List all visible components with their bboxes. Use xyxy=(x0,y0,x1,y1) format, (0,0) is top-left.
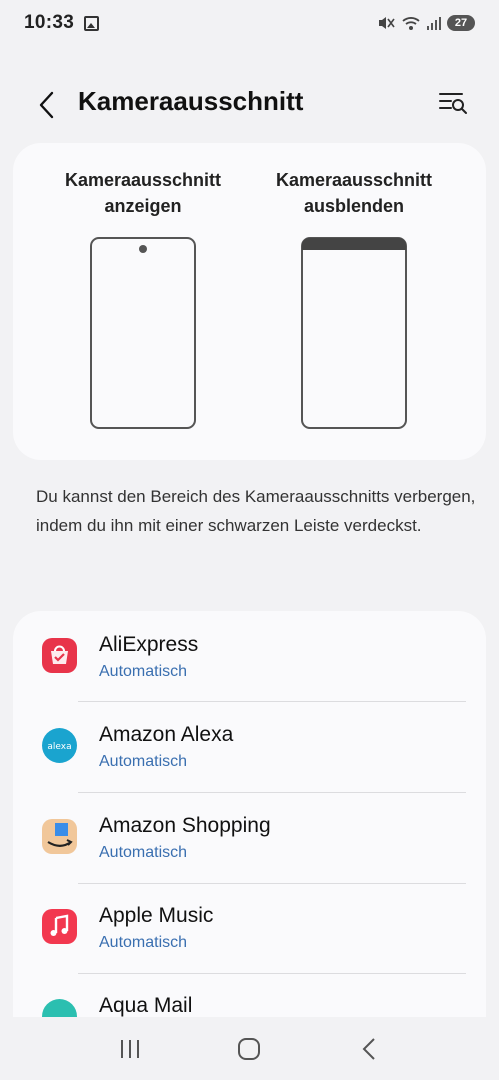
list-item-amazon-alexa[interactable]: alexa Amazon Alexa Automatisch xyxy=(13,702,486,792)
search-settings-button[interactable] xyxy=(437,88,471,122)
app-name: Amazon Alexa xyxy=(99,723,234,746)
phone-preview-with-cutout xyxy=(90,237,196,429)
app-status: Automatisch xyxy=(99,934,188,951)
status-right: 27 xyxy=(377,15,475,31)
wifi-icon xyxy=(402,17,420,30)
battery-icon: 27 xyxy=(447,15,475,31)
app-status: Automatisch xyxy=(99,844,188,861)
description-text: Du kannst den Bereich des Kameraausschni… xyxy=(36,487,476,535)
status-time: 10:33 xyxy=(24,12,75,33)
list-item-aqua-mail[interactable]: Aqua Mail xyxy=(13,974,486,1017)
camera-cutout-dot xyxy=(139,245,147,253)
home-icon xyxy=(238,1038,261,1060)
back-icon xyxy=(362,1038,375,1060)
recent-apps-button[interactable] xyxy=(110,1029,150,1069)
app-name: Apple Music xyxy=(99,904,214,927)
amazon-shopping-icon xyxy=(42,819,77,854)
svg-text:alexa: alexa xyxy=(47,742,71,752)
option-label-hide: Kameraausschnitt ausblenden xyxy=(275,170,433,216)
aliexpress-icon xyxy=(42,638,77,673)
app-status: Automatisch xyxy=(99,753,188,770)
black-bar xyxy=(302,238,406,250)
list-item-apple-music[interactable]: Apple Music Automatisch xyxy=(13,884,486,974)
chevron-left-icon xyxy=(39,91,54,119)
gallery-icon xyxy=(84,15,100,31)
preview-card: Kameraausschnitt anzeigen Kameraausschni… xyxy=(13,143,486,460)
status-bar: 10:33 27 xyxy=(0,0,499,46)
alexa-icon: alexa xyxy=(42,728,77,763)
page-title: Kameraausschnitt xyxy=(78,86,304,116)
phone-preview-with-black-bar xyxy=(301,237,407,429)
app-list: AliExpress Automatisch alexa Amazon Alex… xyxy=(13,611,486,1017)
app-name: Amazon Shopping xyxy=(99,814,271,837)
aqua-mail-icon xyxy=(42,999,77,1017)
status-left: 10:33 xyxy=(24,12,100,34)
list-item-aliexpress[interactable]: AliExpress Automatisch xyxy=(13,611,486,701)
app-status: Automatisch xyxy=(99,663,188,680)
search-settings-icon xyxy=(439,93,467,114)
app-name: AliExpress xyxy=(99,633,199,656)
nav-back-button[interactable] xyxy=(349,1029,389,1069)
list-item-amazon-shopping[interactable]: Amazon Shopping Automatisch xyxy=(13,793,486,883)
signal-icon xyxy=(427,16,441,30)
recent-apps-icon xyxy=(120,1040,139,1058)
app-name: Aqua Mail xyxy=(99,994,193,1017)
navigation-bar xyxy=(0,1018,499,1080)
apple-music-icon xyxy=(42,909,77,944)
header: Kameraausschnitt xyxy=(0,76,499,132)
mute-icon xyxy=(379,17,395,29)
back-button[interactable] xyxy=(30,88,64,122)
option-label-show: Kameraausschnitt anzeigen xyxy=(64,170,222,216)
home-button[interactable] xyxy=(229,1029,269,1069)
